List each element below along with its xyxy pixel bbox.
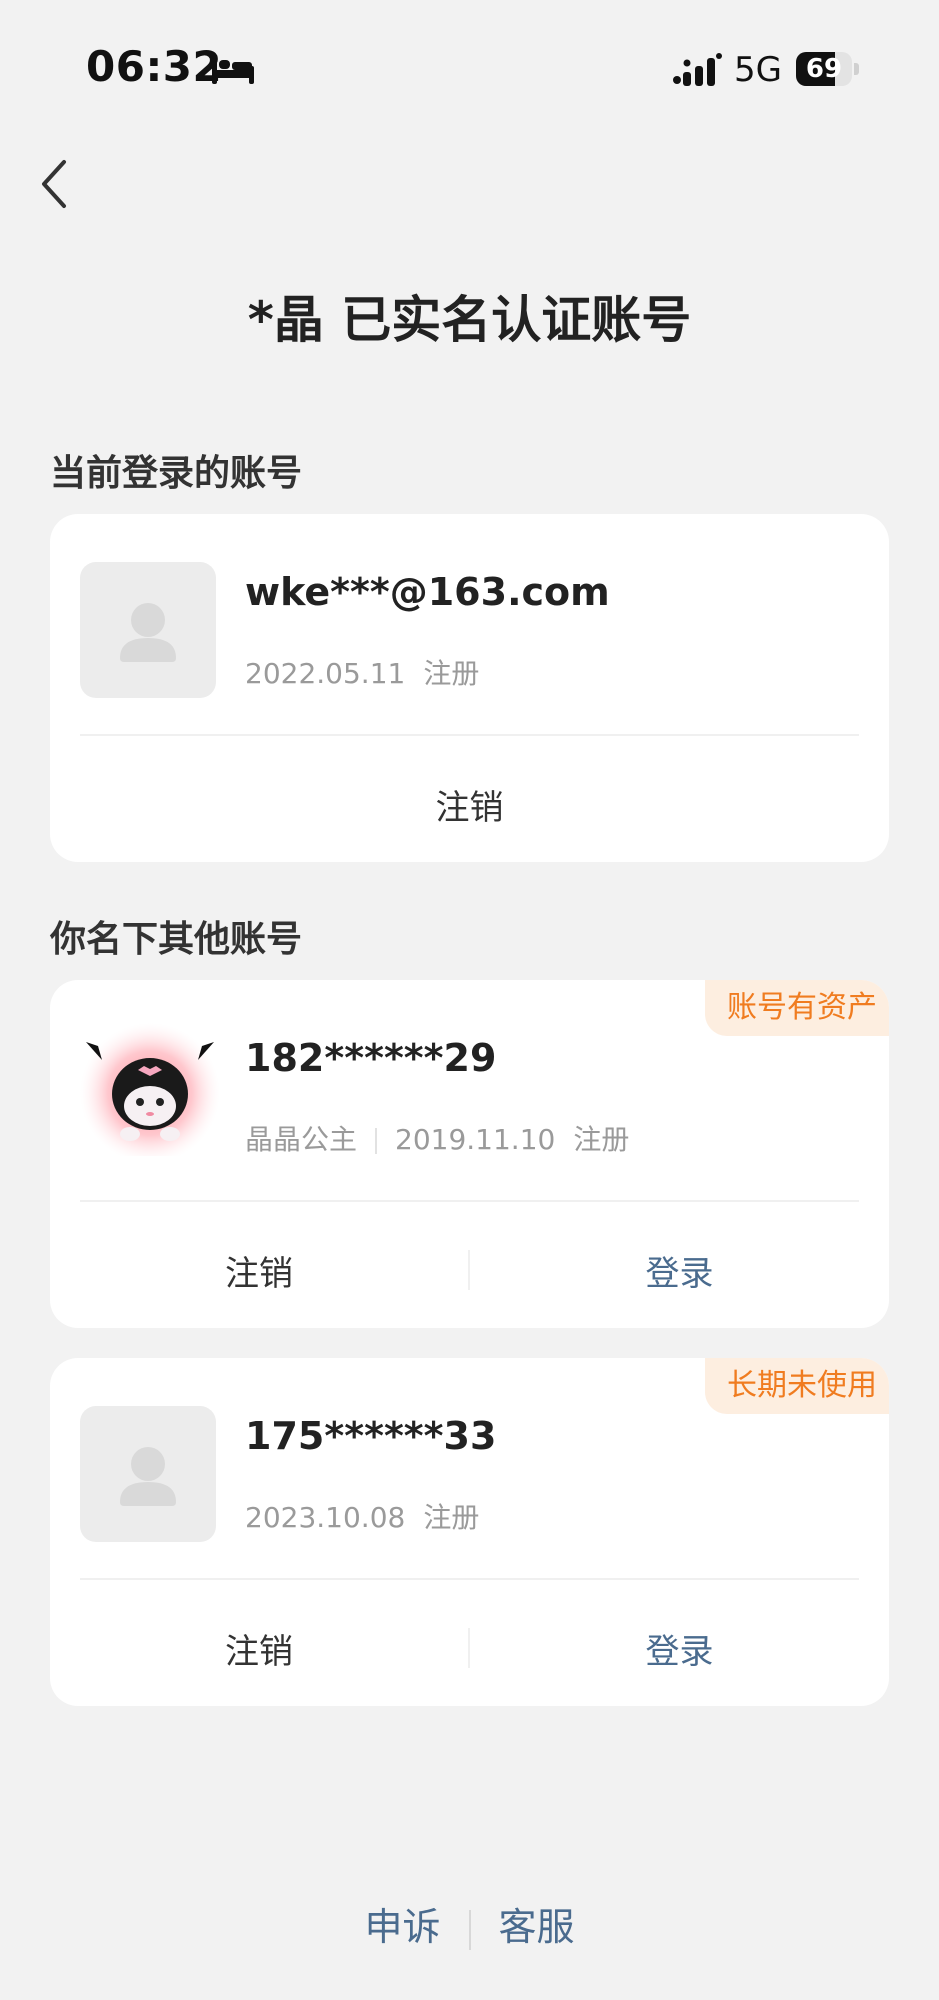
register-date: 2022.05.11 xyxy=(245,657,406,690)
register-label: 注册 xyxy=(423,1501,480,1534)
battery-level: 69 xyxy=(805,54,843,84)
kuromi-avatar xyxy=(80,1016,220,1156)
asset-badge: 账号有资产 xyxy=(705,980,889,1036)
network-label: 5G xyxy=(734,50,782,90)
page-title: *晶 已实名认证账号 xyxy=(247,291,692,349)
account-name: 175******33 xyxy=(245,1414,497,1458)
register-label: 注册 xyxy=(423,657,480,690)
status-time: 06:32 xyxy=(86,42,223,91)
footer-divider xyxy=(468,1909,471,1950)
register-date: 2019.11.10 xyxy=(395,1123,556,1156)
other-account-card: 账号有资产 182******29 晶晶公主 2019.11.10 注册 注销 登录 xyxy=(50,980,889,1328)
cancel-account-button[interactable]: 注销 xyxy=(50,1624,468,1673)
customer-service-link[interactable]: 客服 xyxy=(499,1905,575,1949)
user-placeholder-icon xyxy=(120,1447,176,1506)
nickname: 晶晶公主 xyxy=(245,1123,358,1156)
section-label-current: 当前登录的账号 xyxy=(50,453,303,494)
register-label: 注册 xyxy=(573,1123,630,1156)
cancel-account-button[interactable]: 注销 xyxy=(50,1246,468,1295)
divider xyxy=(80,734,859,736)
avatar xyxy=(80,1406,216,1542)
footer: 申诉 客服 xyxy=(0,1896,939,1951)
battery-indicator: 69 xyxy=(796,52,860,86)
account-meta: 2022.05.11 注册 xyxy=(245,652,479,692)
account-meta: 晶晶公主 2019.11.10 注册 xyxy=(245,1118,629,1158)
back-icon[interactable] xyxy=(30,150,90,214)
user-placeholder-icon xyxy=(120,603,176,662)
cancel-account-button[interactable]: 注销 xyxy=(50,780,889,829)
inactive-badge: 长期未使用 xyxy=(705,1358,889,1414)
account-meta: 2023.10.08 注册 xyxy=(245,1496,479,1536)
divider xyxy=(80,1200,859,1202)
avatar xyxy=(80,562,216,698)
signal-icon xyxy=(673,53,722,86)
account-name: wke***@163.com xyxy=(245,570,610,614)
login-button[interactable]: 登录 xyxy=(470,1246,889,1295)
bed-icon xyxy=(212,58,254,84)
login-button[interactable]: 登录 xyxy=(470,1624,889,1673)
divider xyxy=(80,1578,859,1580)
status-bar: 06:32 5G 69 xyxy=(0,0,939,140)
section-label-other: 你名下其他账号 xyxy=(50,919,303,960)
account-name: 182******29 xyxy=(245,1036,497,1080)
current-account-card: wke***@163.com 2022.05.11 注册 注销 xyxy=(50,514,889,862)
appeal-link[interactable]: 申诉 xyxy=(364,1905,440,1949)
other-account-card: 长期未使用 175******33 2023.10.08 注册 注销 登录 xyxy=(50,1358,889,1706)
register-date: 2023.10.08 xyxy=(245,1501,406,1534)
